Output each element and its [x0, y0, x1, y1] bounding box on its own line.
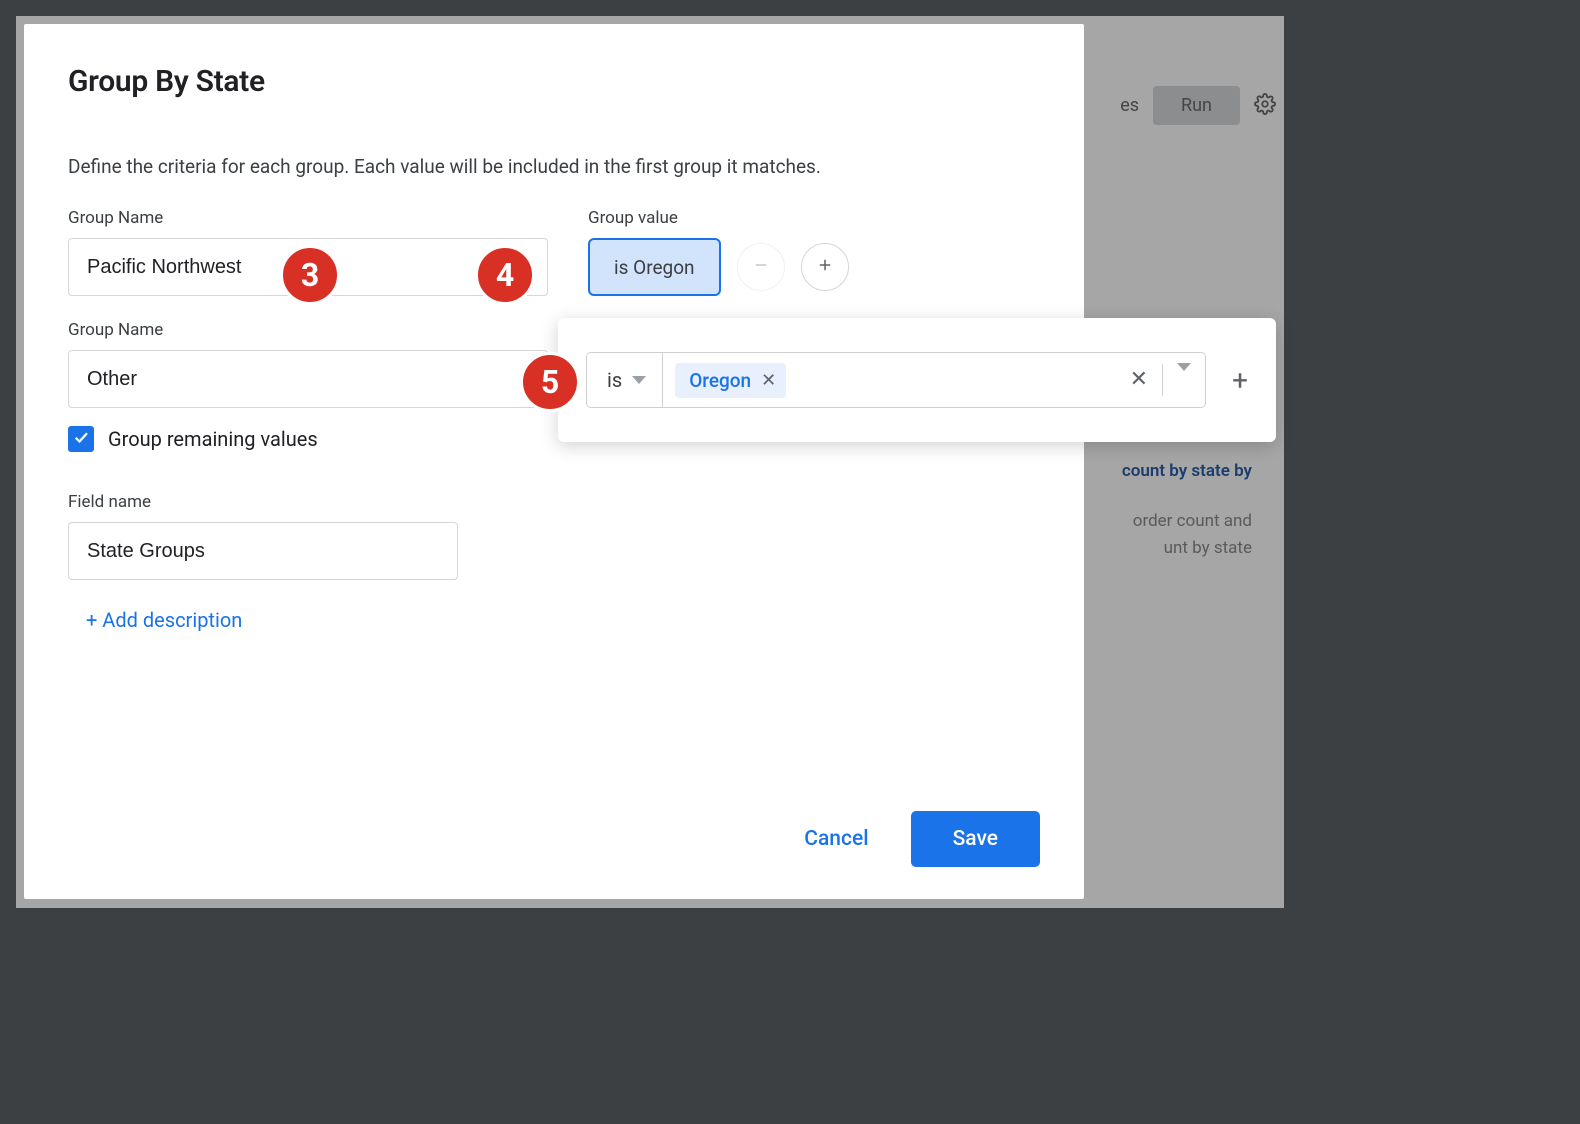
group-name-input-2[interactable]: [68, 350, 548, 408]
operator-select[interactable]: is: [587, 353, 663, 407]
cancel-button[interactable]: Cancel: [804, 827, 868, 851]
close-icon[interactable]: ✕: [761, 370, 776, 391]
group-name-label-1: Group Name: [68, 208, 548, 228]
annotation-badge-3: 3: [280, 245, 340, 305]
group-value-label: Group value: [588, 208, 849, 228]
filter-more-dropdown[interactable]: [1163, 371, 1205, 390]
group-value-chip[interactable]: is Oregon: [588, 238, 721, 296]
chevron-down-icon: [1177, 363, 1191, 390]
add-value-button[interactable]: [801, 243, 849, 291]
remove-value-button[interactable]: [737, 243, 785, 291]
filter-row: is Oregon ✕ ✕: [586, 352, 1206, 408]
field-name-input[interactable]: [68, 522, 458, 580]
annotation-badge-4: 4: [475, 245, 535, 305]
operator-value: is: [607, 368, 622, 392]
minus-icon: [752, 256, 770, 278]
annotation-badge-5: 5: [520, 352, 580, 412]
filter-token-label: Oregon: [689, 369, 751, 392]
chevron-down-icon: [632, 376, 646, 384]
filter-dropdown-panel: is Oregon ✕ ✕ +: [558, 318, 1276, 442]
add-filter-button[interactable]: +: [1232, 364, 1248, 397]
clear-filter-button[interactable]: ✕: [1116, 364, 1163, 396]
close-icon: ✕: [1130, 367, 1148, 392]
group-by-modal: Group By State Define the criteria for e…: [24, 24, 1084, 899]
field-name-label: Field name: [68, 492, 1040, 512]
modal-description: Define the criteria for each group. Each…: [68, 155, 1040, 178]
modal-title: Group By State: [68, 64, 1040, 99]
group-remaining-checkbox[interactable]: [68, 426, 94, 452]
save-button[interactable]: Save: [911, 811, 1040, 867]
filter-token[interactable]: Oregon ✕: [675, 363, 786, 398]
plus-icon: [816, 256, 834, 278]
add-description-link[interactable]: + Add description: [86, 608, 1040, 632]
plus-icon: +: [1232, 364, 1248, 397]
check-icon: [72, 428, 90, 450]
group-remaining-label: Group remaining values: [108, 427, 318, 451]
